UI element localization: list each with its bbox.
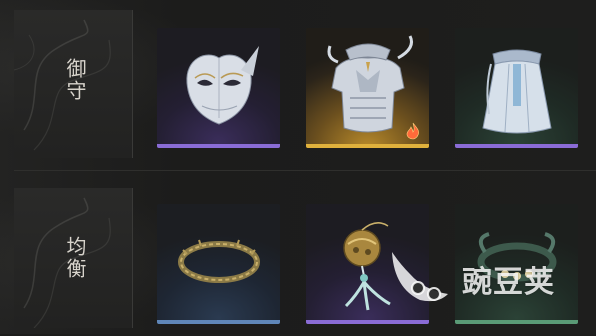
watermark: 豌豆荚 [384, 244, 584, 308]
rarity-bar [157, 320, 280, 324]
equipment-slot-robe[interactable] [455, 28, 578, 148]
row-label: 御守 [63, 58, 87, 102]
equipment-slot-mask[interactable] [157, 28, 280, 148]
equipment-row-defense: 御守 [0, 10, 596, 158]
row-label: 均衡 [63, 236, 87, 280]
pea-pod-logo-icon [392, 252, 448, 302]
flame-icon [406, 122, 419, 140]
watermark-text: 豌豆荚 [462, 265, 555, 300]
rarity-bar [306, 144, 429, 148]
row-label-panel: 均衡 [14, 188, 133, 328]
row-label-panel: 御守 [14, 10, 133, 158]
row-divider [14, 170, 596, 171]
silver-robe-skirt-icon [482, 49, 552, 134]
rarity-bar [306, 320, 429, 324]
rarity-bar [455, 144, 578, 148]
silver-mask-icon [186, 46, 259, 125]
rarity-bar [455, 320, 578, 324]
equipment-slot-armor[interactable] [306, 28, 429, 148]
bronze-ring-icon [178, 239, 260, 283]
equipment-slot-ring[interactable] [157, 204, 280, 324]
rarity-bar [157, 144, 280, 148]
